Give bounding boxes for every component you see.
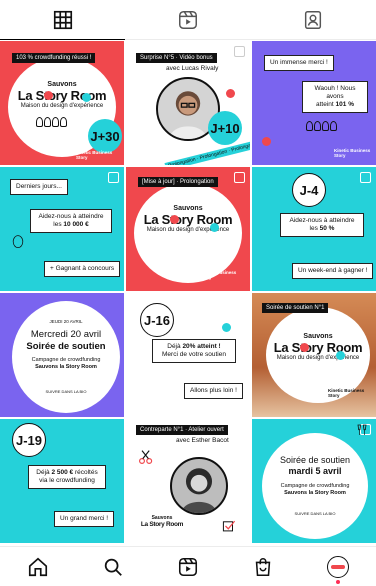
post-brand: Sauvons La Story Room Maison du design d… — [273, 333, 363, 361]
post-tile-8[interactable]: J-16 Déjà 20% atteint ! Merci de votre s… — [126, 293, 250, 417]
post-tile-2[interactable]: Surprise N°5 · Vidéo bonus avec Lucas Ri… — [126, 41, 250, 165]
decorative-dot — [210, 223, 219, 232]
message-card: Un immense merci ! — [264, 55, 334, 72]
tile-background-circle — [134, 183, 242, 283]
home-icon — [28, 557, 47, 576]
tagged-person-icon — [305, 10, 322, 29]
post-tile-3[interactable]: Un immense merci ! Waouh ! Nous avons at… — [252, 41, 376, 165]
brand-logo: Kinetic Business Story — [76, 150, 113, 160]
scissors-icon — [139, 450, 153, 464]
event-title: Mercredi 20 avril Soirée de soutien — [26, 329, 106, 352]
profile-content-tabs — [0, 0, 376, 40]
guest-name: avec Esther Bacot — [176, 437, 229, 444]
decorative-egg-icon — [12, 235, 24, 248]
prolongation-banner: Prolongation · Prolongation · Prolongati… — [164, 139, 250, 165]
decorative-dot — [226, 89, 235, 98]
post-tile-7[interactable]: JEUDI 20 AVRIL Mercredi 20 avril Soirée … — [0, 293, 124, 417]
decorative-dot — [222, 323, 231, 332]
message-card: + Gagnant à concours — [44, 261, 121, 278]
post-brand: Sauvons La Story Room Maison du design d… — [17, 81, 107, 109]
countdown-badge: J+10 — [208, 111, 242, 145]
message-card: Aidez-nous à atteindre les 50 % — [280, 213, 364, 238]
post-tile-6[interactable]: J-4 Aidez-nous à atteindre les 50 % Un w… — [252, 167, 376, 291]
decorative-dot — [300, 343, 309, 352]
guest-name: avec Lucas Rivaly — [166, 65, 219, 72]
message-card: Aidez-nous à atteindre les 10 000 € — [30, 209, 112, 234]
brand-logo: Kinetic Business Story — [334, 148, 371, 158]
decorative-dot — [336, 351, 345, 360]
post-tile-5[interactable]: [Mise à jour] · Prolongation Sauvons La … — [126, 167, 250, 291]
post-ticket: Surprise N°5 · Vidéo bonus — [136, 53, 217, 63]
countdown-badge: J-19 — [12, 423, 46, 457]
message-card: Derniers jours... — [10, 179, 68, 196]
guest-photo — [170, 457, 228, 515]
countdown-badge: J-16 — [140, 303, 174, 337]
decorative-dot — [82, 93, 91, 102]
event-footer: SUIVRE DANS LA BIO — [294, 511, 336, 516]
event-description: Campagne de crowdfunding Sauvons la Stor… — [280, 483, 350, 496]
people-illustration — [36, 117, 67, 127]
countdown-badge: J+30 — [88, 119, 122, 153]
nav-home[interactable] — [0, 547, 75, 586]
bottom-navigation — [0, 546, 376, 586]
post-ticket: [Mise à jour] · Prolongation — [138, 177, 218, 187]
post-brand: Sauvons La Story Room Maison du design d… — [143, 205, 233, 233]
grid-icon — [53, 10, 72, 29]
post-tile-12[interactable]: Soirée de soutien mardi 5 avril Campagne… — [252, 419, 376, 543]
brand-logo: Kinetic Business Story — [328, 388, 365, 398]
post-tile-10[interactable]: J-19 Déjà 2 500 € récoltés via le crowdf… — [0, 419, 124, 543]
carousel-indicator-icon — [234, 46, 245, 57]
message-card: Déjà 2 500 € récoltés via le crowdfundin… — [28, 465, 106, 490]
message-card: Un grand merci ! — [54, 511, 115, 528]
post-brand: Sauvons La Story Room — [140, 515, 184, 528]
post-ticket: Contreparte N°1 · Atelier ouvert — [136, 425, 228, 435]
brand-logo: Kinetic Business Story — [200, 270, 237, 280]
post-tile-11[interactable]: Contreparte N°1 · Atelier ouvert avec Es… — [126, 419, 250, 543]
notification-dot — [336, 580, 341, 584]
decorative-dot — [170, 215, 179, 224]
post-ticket: 103 % crowdfunding réussi ! — [12, 53, 96, 63]
decorative-dot — [262, 137, 271, 146]
post-tile-9[interactable]: Soirée de soutien N°1 Sauvons La Story R… — [252, 293, 376, 417]
carousel-indicator-icon — [108, 172, 119, 183]
message-card: Allons plus loin ! — [184, 383, 243, 400]
nav-shop[interactable] — [226, 547, 301, 586]
people-illustration — [306, 121, 337, 131]
posts-grid: 103 % crowdfunding réussi ! Sauvons La S… — [0, 41, 376, 543]
decorative-dot — [44, 91, 53, 100]
countdown-badge: J-4 — [292, 173, 326, 207]
checkbox-icon — [222, 520, 236, 532]
event-date-small: JEUDI 20 AVRIL — [49, 319, 83, 324]
reels-icon — [179, 10, 197, 29]
event-title: Soirée de soutien mardi 5 avril — [279, 455, 351, 477]
post-ticket: Soirée de soutien N°1 — [262, 303, 329, 313]
carousel-indicator-icon — [360, 172, 371, 183]
nav-profile[interactable] — [301, 547, 376, 586]
event-footer: SUIVRE DANS LA BIO — [45, 389, 87, 394]
carousel-indicator-icon — [234, 172, 245, 183]
reels-icon — [178, 557, 198, 576]
tab-grid[interactable] — [0, 0, 126, 40]
shopping-bag-icon — [255, 557, 271, 576]
post-tile-1[interactable]: 103 % crowdfunding réussi ! Sauvons La S… — [0, 41, 124, 165]
profile-avatar-icon — [327, 555, 350, 578]
event-description: Campagne de crowdfunding Sauvons la Stor… — [31, 357, 101, 370]
tab-reels[interactable] — [125, 0, 250, 39]
post-tile-4[interactable]: Derniers jours... Aidez-nous à atteindre… — [0, 167, 124, 291]
tab-tagged[interactable] — [251, 0, 376, 39]
search-icon — [104, 558, 122, 576]
message-card: Déjà 20% atteint ! Merci de votre soutie… — [152, 339, 236, 364]
nav-search[interactable] — [75, 547, 150, 586]
message-card: Un week-end à gagner ! — [292, 263, 374, 280]
champagne-glasses-icon — [357, 424, 367, 435]
message-card: Waouh ! Nous avons atteint 101 % — [302, 81, 368, 114]
nav-reels[interactable] — [150, 547, 225, 586]
